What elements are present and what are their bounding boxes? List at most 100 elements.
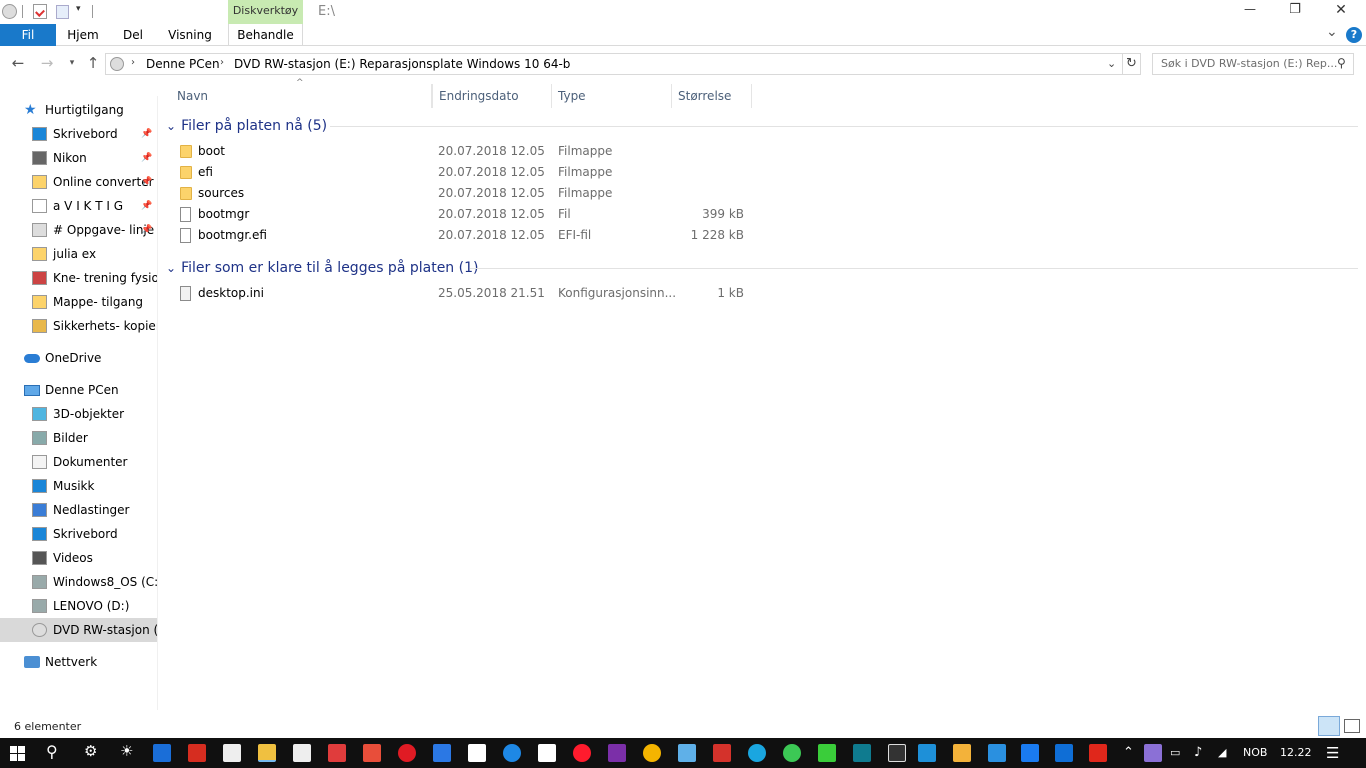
sidebar-item-network[interactable]: Nettverk: [0, 650, 157, 674]
column-header-size[interactable]: Størrelse: [672, 84, 752, 108]
sidebar-item[interactable]: Nikon 📌: [0, 146, 157, 170]
file-row[interactable]: boot 20.07.2018 12.05 Filmappe: [166, 141, 766, 162]
quick-access-dropdown-icon[interactable]: ▾: [76, 4, 81, 14]
forward-button[interactable]: →: [37, 53, 57, 73]
app-taskbar-icon[interactable]: [223, 744, 241, 762]
clock[interactable]: 12.22: [1280, 738, 1312, 768]
sidebar-item[interactable]: Sikkerhets- kopierin: [0, 314, 157, 338]
show-hidden-icons-icon[interactable]: ⌃: [1123, 738, 1134, 768]
breadcrumb-dvd-drive[interactable]: DVD RW-stasjon (E:) Reparasjonsplate Win…: [234, 57, 570, 71]
sidebar-item[interactable]: Windows8_OS (C:): [0, 570, 157, 594]
address-bar[interactable]: › Denne PCen › DVD RW-stasjon (E:) Repar…: [105, 53, 1123, 75]
sidebar-item[interactable]: julia ex: [0, 242, 157, 266]
app-taskbar-icon[interactable]: [153, 744, 171, 762]
mail-icon[interactable]: [468, 744, 486, 762]
search-icon[interactable]: ⚲: [1337, 56, 1346, 70]
messenger-icon[interactable]: [1021, 744, 1039, 762]
app-taskbar-icon[interactable]: [853, 744, 871, 762]
sidebar-item[interactable]: 3D-objekter: [0, 402, 157, 426]
tab-del[interactable]: Del: [110, 24, 156, 46]
sidebar-item[interactable]: Musikk: [0, 474, 157, 498]
recent-locations-dropdown[interactable]: ▾: [62, 53, 82, 73]
file-row[interactable]: bootmgr 20.07.2018 12.05 Fil 399 kB: [166, 204, 766, 225]
tab-behandle[interactable]: Behandle: [228, 24, 303, 46]
sidebar-item-quick-access[interactable]: ★ Hurtigtilgang: [0, 98, 157, 122]
column-header-name[interactable]: Navn: [171, 84, 432, 108]
pin-icon[interactable]: 📌: [141, 122, 152, 146]
file-row[interactable]: bootmgr.efi 20.07.2018 12.05 EFI-fil 1 228 …: [166, 225, 766, 246]
app-taskbar-icon[interactable]: [188, 744, 206, 762]
sidebar-item[interactable]: Bilder: [0, 426, 157, 450]
input-language[interactable]: NOB: [1243, 738, 1267, 768]
onenote-icon[interactable]: [608, 744, 626, 762]
close-button[interactable]: ✕: [1326, 2, 1356, 18]
sidebar-item[interactable]: Kne- trening fysio: [0, 266, 157, 290]
line-icon[interactable]: [818, 744, 836, 762]
refresh-button[interactable]: ↻: [1123, 53, 1141, 75]
app-taskbar-icon[interactable]: [988, 744, 1006, 762]
opera-icon[interactable]: [573, 744, 591, 762]
sidebar-item[interactable]: Mappe- tilgang: [0, 290, 157, 314]
file-explorer-taskbar-icon[interactable]: [258, 744, 276, 762]
edge-icon[interactable]: [503, 744, 521, 762]
sidebar-item-onedrive[interactable]: OneDrive: [0, 346, 157, 370]
sidebar-item[interactable]: Skrivebord: [0, 522, 157, 546]
action-center-icon[interactable]: ☰: [1326, 738, 1339, 768]
notes-icon[interactable]: [678, 744, 696, 762]
search-icon[interactable]: ⚲: [46, 742, 58, 761]
app-taskbar-icon[interactable]: [398, 744, 416, 762]
pin-icon[interactable]: 📌: [141, 170, 152, 194]
details-view-icon[interactable]: [1318, 716, 1340, 736]
app-taskbar-icon[interactable]: [888, 744, 906, 762]
battery-icon[interactable]: ▭: [1170, 738, 1180, 768]
minimize-button[interactable]: —: [1235, 2, 1265, 16]
calculator-icon[interactable]: [713, 744, 731, 762]
breadcrumb-this-pc[interactable]: Denne PCen: [146, 57, 220, 71]
maximize-button[interactable]: ❐: [1280, 2, 1310, 17]
pin-icon[interactable]: 📌: [141, 218, 152, 242]
lightbulb-icon[interactable]: ☀: [120, 742, 133, 760]
group-header[interactable]: ⌄ Filer som er klare til å legges på plat…: [166, 257, 478, 279]
sidebar-item[interactable]: Skrivebord 📌: [0, 122, 157, 146]
help-icon[interactable]: ?: [1346, 27, 1362, 43]
file-row[interactable]: desktop.ini 25.05.2018 21.51 Konfigurasjon…: [166, 283, 766, 304]
network-wifi-icon[interactable]: ◢: [1218, 738, 1226, 768]
large-icons-view-icon[interactable]: [1344, 719, 1360, 733]
app-taskbar-icon[interactable]: [363, 744, 381, 762]
sidebar-item[interactable]: Dokumenter: [0, 450, 157, 474]
app-taskbar-icon[interactable]: [433, 744, 451, 762]
keyboard-icon[interactable]: [918, 744, 936, 762]
app-taskbar-icon[interactable]: [748, 744, 766, 762]
dropbox-icon[interactable]: [1055, 744, 1073, 762]
breadcrumb-chevron-icon[interactable]: ›: [220, 57, 224, 68]
sidebar-item[interactable]: LENOVO (D:): [0, 594, 157, 618]
windows-start-icon[interactable]: [10, 746, 25, 761]
properties-icon[interactable]: [33, 4, 47, 19]
app-taskbar-icon[interactable]: [953, 744, 971, 762]
search-box[interactable]: Søk i DVD RW-stasjon (E:) Rep... ⚲: [1152, 53, 1354, 75]
tab-hjem[interactable]: Hjem: [58, 24, 108, 46]
address-dropdown-icon[interactable]: ⌄: [1107, 57, 1116, 70]
back-button[interactable]: ←: [8, 53, 28, 73]
sidebar-item[interactable]: DVD RW-stasjon (E:): [0, 618, 157, 642]
sidebar-item[interactable]: # Oppgave- linje 📌: [0, 218, 157, 242]
breadcrumb-chevron-icon[interactable]: ›: [131, 57, 135, 68]
chrome-icon[interactable]: [643, 744, 661, 762]
volume-icon[interactable]: ♪: [1194, 738, 1202, 768]
search-input[interactable]: Søk i DVD RW-stasjon (E:) Rep...: [1161, 57, 1337, 70]
sidebar-item[interactable]: Online converter 📌: [0, 170, 157, 194]
tab-fil[interactable]: Fil: [0, 24, 56, 46]
file-row[interactable]: sources 20.07.2018 12.05 Filmappe: [166, 183, 766, 204]
pin-icon[interactable]: 📌: [141, 194, 152, 218]
file-row[interactable]: efi 20.07.2018 12.05 Filmappe: [166, 162, 766, 183]
collapse-chevron-icon[interactable]: ⌄: [166, 261, 176, 275]
sidebar-item[interactable]: a V I K T I G 📌: [0, 194, 157, 218]
sidebar-item[interactable]: Videos: [0, 546, 157, 570]
column-header-type[interactable]: Type: [552, 84, 672, 108]
settings-icon[interactable]: ⚙: [84, 742, 97, 760]
new-folder-icon[interactable]: [56, 5, 69, 19]
app-taskbar-icon[interactable]: [328, 744, 346, 762]
column-header-date[interactable]: Endringsdato: [432, 84, 552, 108]
pdf-icon[interactable]: [1089, 744, 1107, 762]
pen-icon[interactable]: [1144, 744, 1162, 762]
